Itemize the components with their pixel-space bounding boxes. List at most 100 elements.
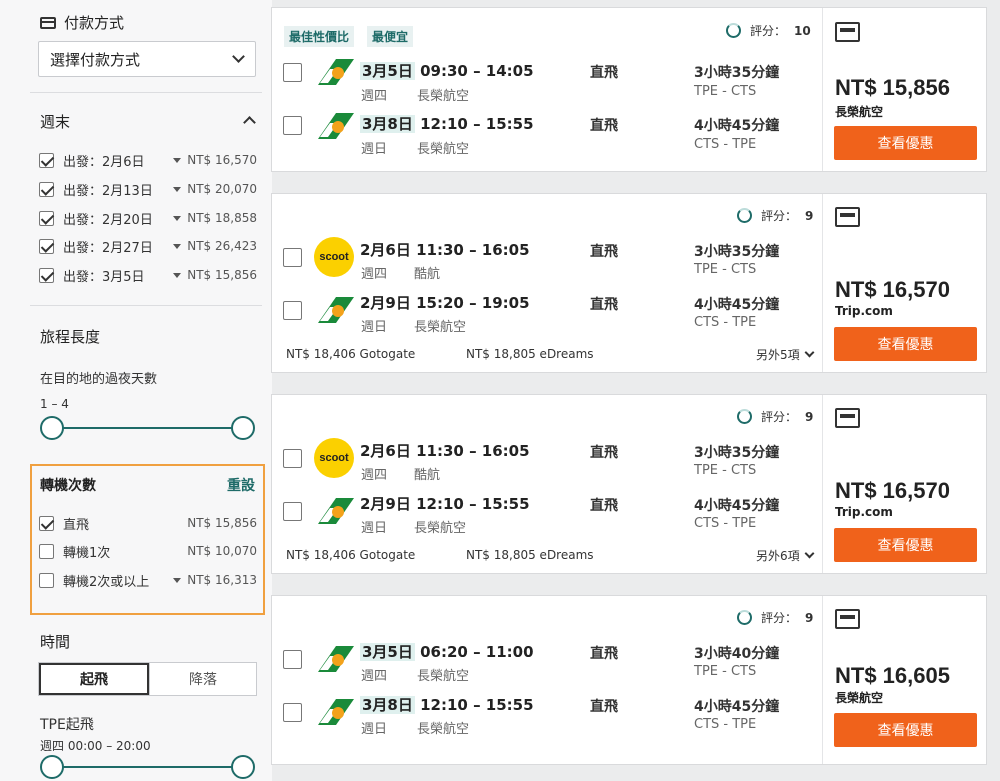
- leg-airline: 長榮航空: [417, 89, 470, 104]
- leg-checkbox[interactable]: [283, 63, 302, 82]
- leg-checkbox[interactable]: [283, 301, 302, 320]
- stops-title: 轉機次數: [40, 478, 96, 494]
- time-min-handle[interactable]: [40, 755, 64, 779]
- scoot-logo-icon: scoot: [314, 237, 354, 277]
- result-card[interactable]: 最佳性價比 最便宜 評分： 10 3月5日 09:30 – 14:05 週四 長榮…: [271, 7, 987, 172]
- leg-checkbox[interactable]: [283, 449, 302, 468]
- checkbox[interactable]: [39, 572, 54, 588]
- leg-airline: 長榮航空: [417, 669, 470, 684]
- eva-air-logo-icon: [318, 297, 354, 323]
- filter-funnel-icon: [173, 186, 182, 192]
- score-ring-icon: [726, 23, 741, 38]
- view-deal-button[interactable]: 查看優惠: [834, 528, 977, 562]
- eva-air-logo-icon: [318, 498, 354, 524]
- view-deal-button[interactable]: 查看優惠: [834, 713, 977, 747]
- checkbox[interactable]: [39, 181, 54, 197]
- leg-stops: 直飛: [590, 498, 618, 514]
- score-value: 9: [805, 409, 814, 424]
- leg-checkbox[interactable]: [283, 248, 302, 267]
- weekend-collapse-toggle[interactable]: [243, 114, 256, 129]
- leg-weekday: 週四: [361, 468, 388, 483]
- leg-checkbox[interactable]: [283, 116, 302, 135]
- score: 評分： 9: [737, 207, 813, 224]
- more-offers-toggle[interactable]: 另外5項: [756, 346, 815, 363]
- filter-funnel-icon: [173, 577, 182, 583]
- trip-length-slider-track[interactable]: [52, 427, 244, 429]
- leg-checkbox[interactable]: [283, 650, 302, 669]
- stops-reset-link[interactable]: 重設: [227, 475, 255, 495]
- leg-route: TPE - CTS: [694, 262, 757, 277]
- leg-duration: 4小時45分鐘: [694, 699, 780, 715]
- time-tabs: 起飛 降落: [38, 662, 257, 696]
- chevron-down-icon: [804, 347, 815, 358]
- eva-air-logo-icon: [318, 646, 354, 672]
- leg-checkbox[interactable]: [283, 703, 302, 722]
- checkbox[interactable]: [39, 543, 54, 559]
- alt-offer[interactable]: NT$ 18,406 Gotogate: [286, 548, 415, 562]
- tab-departure[interactable]: 起飛: [39, 663, 149, 695]
- leg-time: 12:10 – 15:55: [420, 696, 534, 714]
- payment-method-select[interactable]: 選擇付款方式: [38, 41, 256, 77]
- payment-title: 付款方式: [64, 14, 125, 32]
- weekend-option-label: 出發：3月5日: [63, 269, 145, 285]
- payment-select-value: 選擇付款方式: [50, 50, 141, 69]
- weekend-option-label: 出發：2月20日: [63, 212, 153, 228]
- checkbox[interactable]: [39, 152, 54, 168]
- leg-route: CTS - TPE: [694, 516, 757, 531]
- weekend-option[interactable]: 出發：2月27日 NT$ 26,423: [39, 235, 257, 257]
- score-value: 10: [794, 23, 811, 38]
- leg-duration: 4小時45分鐘: [694, 118, 780, 134]
- time-slider-track[interactable]: [52, 766, 244, 768]
- leg-datetime: 2月9日 15:20 – 19:05: [360, 292, 530, 313]
- leg-weekday: 週日: [361, 142, 388, 157]
- leg-stops: 直飛: [590, 699, 618, 715]
- baggage-icon: [835, 207, 860, 227]
- weekend-title: 週末: [40, 113, 71, 131]
- leg-duration: 3小時35分鐘: [694, 244, 780, 260]
- stops-option[interactable]: 轉機2次或以上 NT$ 16,313: [39, 569, 257, 591]
- weekend-option-price: NT$ 20,070: [187, 182, 257, 196]
- alt-offer[interactable]: NT$ 18,805 eDreams: [466, 347, 594, 361]
- alt-offer[interactable]: NT$ 18,805 eDreams: [466, 548, 594, 562]
- leg-datetime: 3月8日 12:10 – 15:55: [360, 113, 534, 134]
- tag-best-value: 最佳性價比: [284, 26, 355, 47]
- leg-checkbox[interactable]: [283, 502, 302, 521]
- trip-length-max-handle[interactable]: [231, 416, 255, 440]
- divider: [822, 194, 823, 372]
- result-card[interactable]: 評分： 9 scoot 2月6日 11:30 – 16:05 週四 酷航 直飛 3…: [271, 193, 987, 373]
- weekend-option[interactable]: 出發：3月5日 NT$ 15,856: [39, 264, 257, 286]
- view-deal-button[interactable]: 查看優惠: [834, 327, 977, 361]
- leg-date: 3月5日: [360, 62, 415, 80]
- result-card[interactable]: 評分： 9 3月5日 06:20 – 11:00 週四 長榮航空 直飛 3小時40…: [271, 595, 987, 765]
- stops-option[interactable]: 轉機1次 NT$ 10,070: [39, 540, 257, 562]
- score-value: 9: [805, 610, 814, 625]
- chevron-down-icon: [804, 548, 815, 559]
- weekend-option[interactable]: 出發：2月13日 NT$ 20,070: [39, 178, 257, 200]
- view-deal-button[interactable]: 查看優惠: [834, 126, 977, 160]
- checkbox[interactable]: [39, 210, 54, 226]
- checkbox[interactable]: [39, 267, 54, 283]
- weekend-option[interactable]: 出發：2月6日 NT$ 16,570: [39, 149, 257, 171]
- leg-route: TPE - CTS: [694, 84, 757, 99]
- score-label: 評分：: [750, 24, 787, 38]
- stops-option[interactable]: 直飛 NT$ 15,856: [39, 512, 257, 534]
- checkbox[interactable]: [39, 515, 54, 531]
- leg-stops: 直飛: [590, 118, 618, 134]
- tab-arrival[interactable]: 降落: [149, 663, 256, 695]
- more-offers-toggle[interactable]: 另外6項: [756, 547, 815, 564]
- result-price: NT$ 16,605: [835, 663, 950, 688]
- result-card[interactable]: 評分： 9 scoot 2月6日 11:30 – 16:05 週四 酷航 直飛 3…: [271, 394, 987, 574]
- leg-datetime: 2月9日 12:10 – 15:55: [360, 493, 530, 514]
- weekend-option[interactable]: 出發：2月20日 NT$ 18,858: [39, 207, 257, 229]
- checkbox[interactable]: [39, 238, 54, 254]
- filter-funnel-icon: [173, 157, 182, 163]
- trip-length-min-handle[interactable]: [40, 416, 64, 440]
- divider: [30, 305, 262, 306]
- time-max-handle[interactable]: [231, 755, 255, 779]
- result-provider: 長榮航空: [835, 691, 884, 705]
- alt-offer[interactable]: NT$ 18,406 Gotogate: [286, 347, 415, 361]
- weekend-option-price: NT$ 15,856: [187, 268, 257, 282]
- payment-header: 付款方式: [40, 12, 124, 33]
- leg-airline: 長榮航空: [417, 142, 470, 157]
- weekend-option-label: 出發：2月13日: [63, 183, 153, 199]
